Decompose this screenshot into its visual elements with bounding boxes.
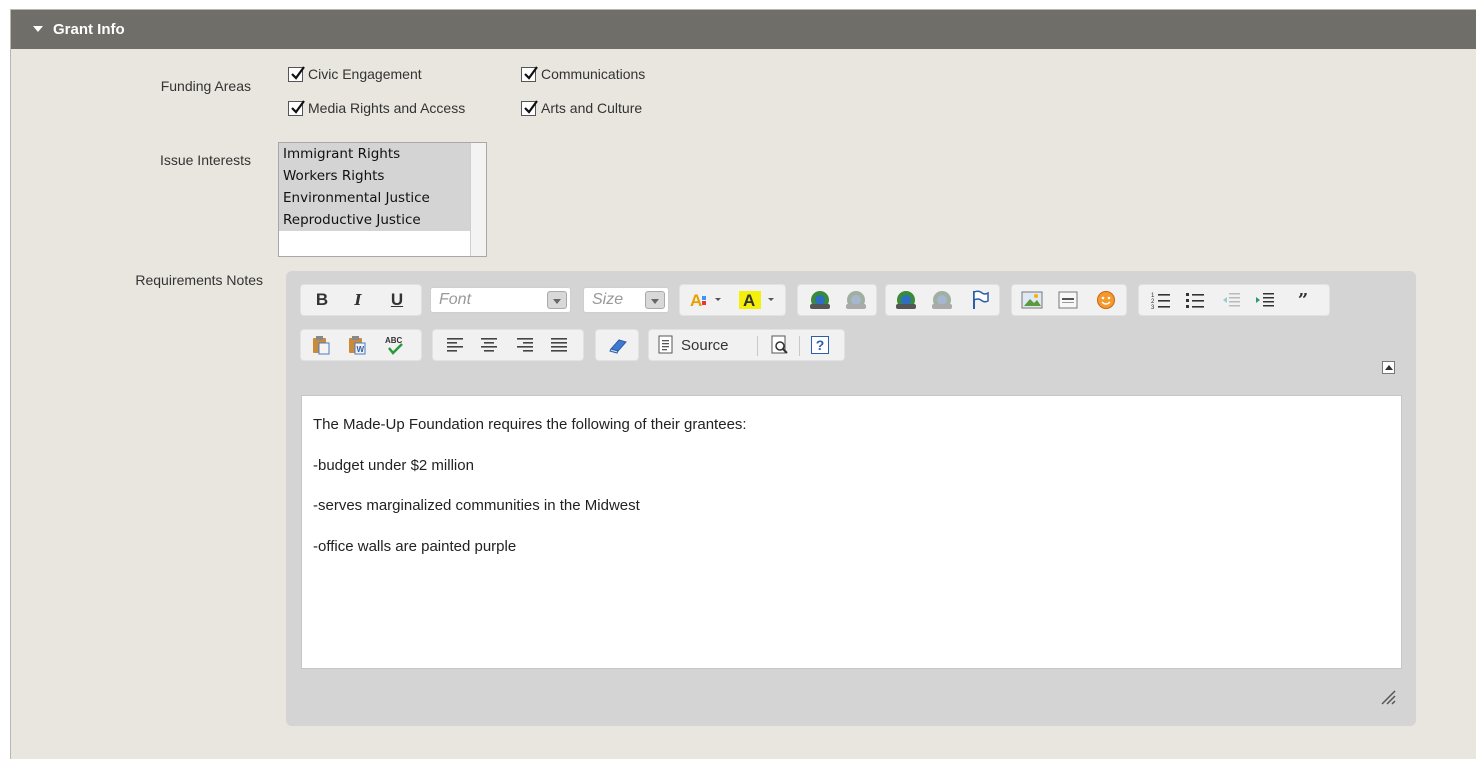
funding-areas-label: Funding Areas bbox=[160, 78, 251, 94]
indent-icon[interactable] bbox=[1251, 285, 1279, 315]
source-button-label: Source bbox=[681, 336, 729, 354]
numbered-list-icon[interactable]: 123 bbox=[1147, 285, 1175, 315]
help-button[interactable]: ? bbox=[805, 330, 835, 360]
chevron-down-icon[interactable] bbox=[645, 291, 665, 309]
justify-icon[interactable] bbox=[545, 330, 573, 360]
toolbar-group-anchors bbox=[885, 284, 1000, 316]
anchor-unlink-icon[interactable] bbox=[928, 285, 956, 315]
checkbox-label: Civic Engagement bbox=[308, 66, 422, 82]
section-title: Grant Info bbox=[53, 21, 125, 38]
checkbox-civic-engagement[interactable]: Civic Engagement bbox=[288, 65, 422, 82]
editor-paragraph: -office walls are painted purple bbox=[313, 538, 517, 555]
toolbar-group-clipboard: W ABC bbox=[300, 329, 422, 361]
svg-text:A: A bbox=[690, 291, 702, 310]
toolbar-separator bbox=[757, 336, 758, 356]
align-center-icon[interactable] bbox=[475, 330, 503, 360]
checkbox-arts-and-culture[interactable]: Arts and Culture bbox=[521, 99, 643, 116]
size-select[interactable]: Size bbox=[583, 287, 669, 313]
toolbar-group-alignment bbox=[432, 329, 584, 361]
svg-text:W: W bbox=[357, 345, 365, 354]
editor-content-area[interactable]: The Made-Up Foundation requires the foll… bbox=[301, 395, 1402, 669]
link-icon[interactable] bbox=[806, 285, 834, 315]
checkbox-box[interactable] bbox=[288, 65, 305, 82]
toolbar-group-insert bbox=[1011, 284, 1127, 316]
editor-paragraph: -serves marginalized communities in the … bbox=[313, 497, 640, 514]
rich-text-editor: B I U Font Size A A 1 2 3 ” W ABC Source… bbox=[286, 271, 1416, 726]
issue-interests-listbox[interactable]: Immigrant Rights Workers Rights Environm… bbox=[278, 142, 487, 257]
toolbar-group-source: Source ? bbox=[648, 329, 845, 361]
section-header[interactable]: Grant Info bbox=[11, 10, 1476, 49]
blockquote-icon[interactable]: ” bbox=[1289, 285, 1317, 315]
italic-button[interactable]: I bbox=[347, 285, 369, 315]
help-icon: ? bbox=[811, 336, 829, 354]
toolbar-separator bbox=[799, 336, 800, 356]
bold-button[interactable]: B bbox=[311, 285, 333, 315]
svg-text:3: 3 bbox=[1151, 305, 1155, 310]
align-right-icon[interactable] bbox=[511, 330, 539, 360]
list-option[interactable]: Environmental Justice bbox=[279, 187, 472, 209]
background-color-button[interactable]: A bbox=[736, 285, 782, 315]
size-select-placeholder: Size bbox=[592, 291, 624, 308]
resize-handle-icon[interactable] bbox=[1378, 686, 1398, 711]
font-select-placeholder: Font bbox=[439, 291, 472, 308]
list-option[interactable]: Reproductive Justice bbox=[279, 209, 472, 231]
list-option[interactable]: Immigrant Rights bbox=[279, 143, 472, 165]
bulleted-list-icon[interactable] bbox=[1181, 285, 1209, 315]
editor-paragraph: -budget under $2 million bbox=[313, 457, 474, 474]
font-select[interactable]: Font bbox=[430, 287, 571, 313]
collapse-toolbar-button[interactable] bbox=[1382, 361, 1395, 374]
source-button[interactable]: Source bbox=[657, 330, 752, 360]
underline-button[interactable]: U bbox=[386, 285, 408, 315]
flag-icon[interactable] bbox=[966, 285, 994, 315]
toolbar-group-colors: A A bbox=[679, 284, 786, 316]
triangle-up-icon bbox=[1385, 365, 1393, 370]
checkbox-box[interactable] bbox=[288, 99, 305, 116]
editor-paragraph: The Made-Up Foundation requires the foll… bbox=[313, 416, 747, 433]
list-option[interactable]: Workers Rights bbox=[279, 165, 472, 187]
align-left-icon[interactable] bbox=[441, 330, 469, 360]
checkbox-label: Media Rights and Access bbox=[308, 100, 466, 116]
svg-text:A: A bbox=[743, 291, 755, 310]
requirements-notes-label: Requirements Notes bbox=[135, 272, 263, 288]
checkbox-box[interactable] bbox=[521, 65, 538, 82]
toolbar-group-basic: B I U bbox=[300, 284, 422, 316]
paste-from-word-icon[interactable]: W bbox=[343, 330, 371, 360]
outdent-icon[interactable] bbox=[1217, 285, 1245, 315]
checkbox-box[interactable] bbox=[521, 99, 538, 116]
unlink-icon[interactable] bbox=[842, 285, 870, 315]
preview-icon[interactable] bbox=[765, 330, 795, 360]
toolbar-group-links bbox=[797, 284, 877, 316]
issue-interests-label: Issue Interests bbox=[159, 152, 251, 168]
image-icon[interactable] bbox=[1018, 285, 1046, 315]
listbox-scrollbar[interactable] bbox=[470, 143, 486, 256]
checkbox-media-rights-and-access[interactable]: Media Rights and Access bbox=[288, 99, 466, 116]
text-color-button[interactable]: A bbox=[686, 285, 730, 315]
collapse-triangle-icon[interactable] bbox=[33, 26, 43, 32]
chevron-down-icon[interactable] bbox=[547, 291, 567, 309]
document-icon bbox=[658, 335, 673, 354]
eraser-icon[interactable] bbox=[604, 330, 632, 360]
horizontal-rule-icon[interactable] bbox=[1054, 285, 1082, 315]
checkbox-label: Communications bbox=[541, 66, 646, 82]
grant-info-panel: Grant Info Funding Areas Civic Engagemen… bbox=[10, 9, 1476, 759]
svg-text:ABC: ABC bbox=[385, 336, 403, 345]
smiley-icon[interactable] bbox=[1092, 285, 1120, 315]
paste-icon[interactable] bbox=[307, 330, 335, 360]
toolbar-group-lists: 123 ” bbox=[1138, 284, 1330, 316]
toolbar-group-format bbox=[595, 329, 639, 361]
spellcheck-icon[interactable]: ABC bbox=[381, 330, 409, 360]
checkbox-communications[interactable]: Communications bbox=[521, 65, 646, 82]
anchor-link-icon[interactable] bbox=[892, 285, 920, 315]
checkbox-label: Arts and Culture bbox=[541, 100, 643, 116]
